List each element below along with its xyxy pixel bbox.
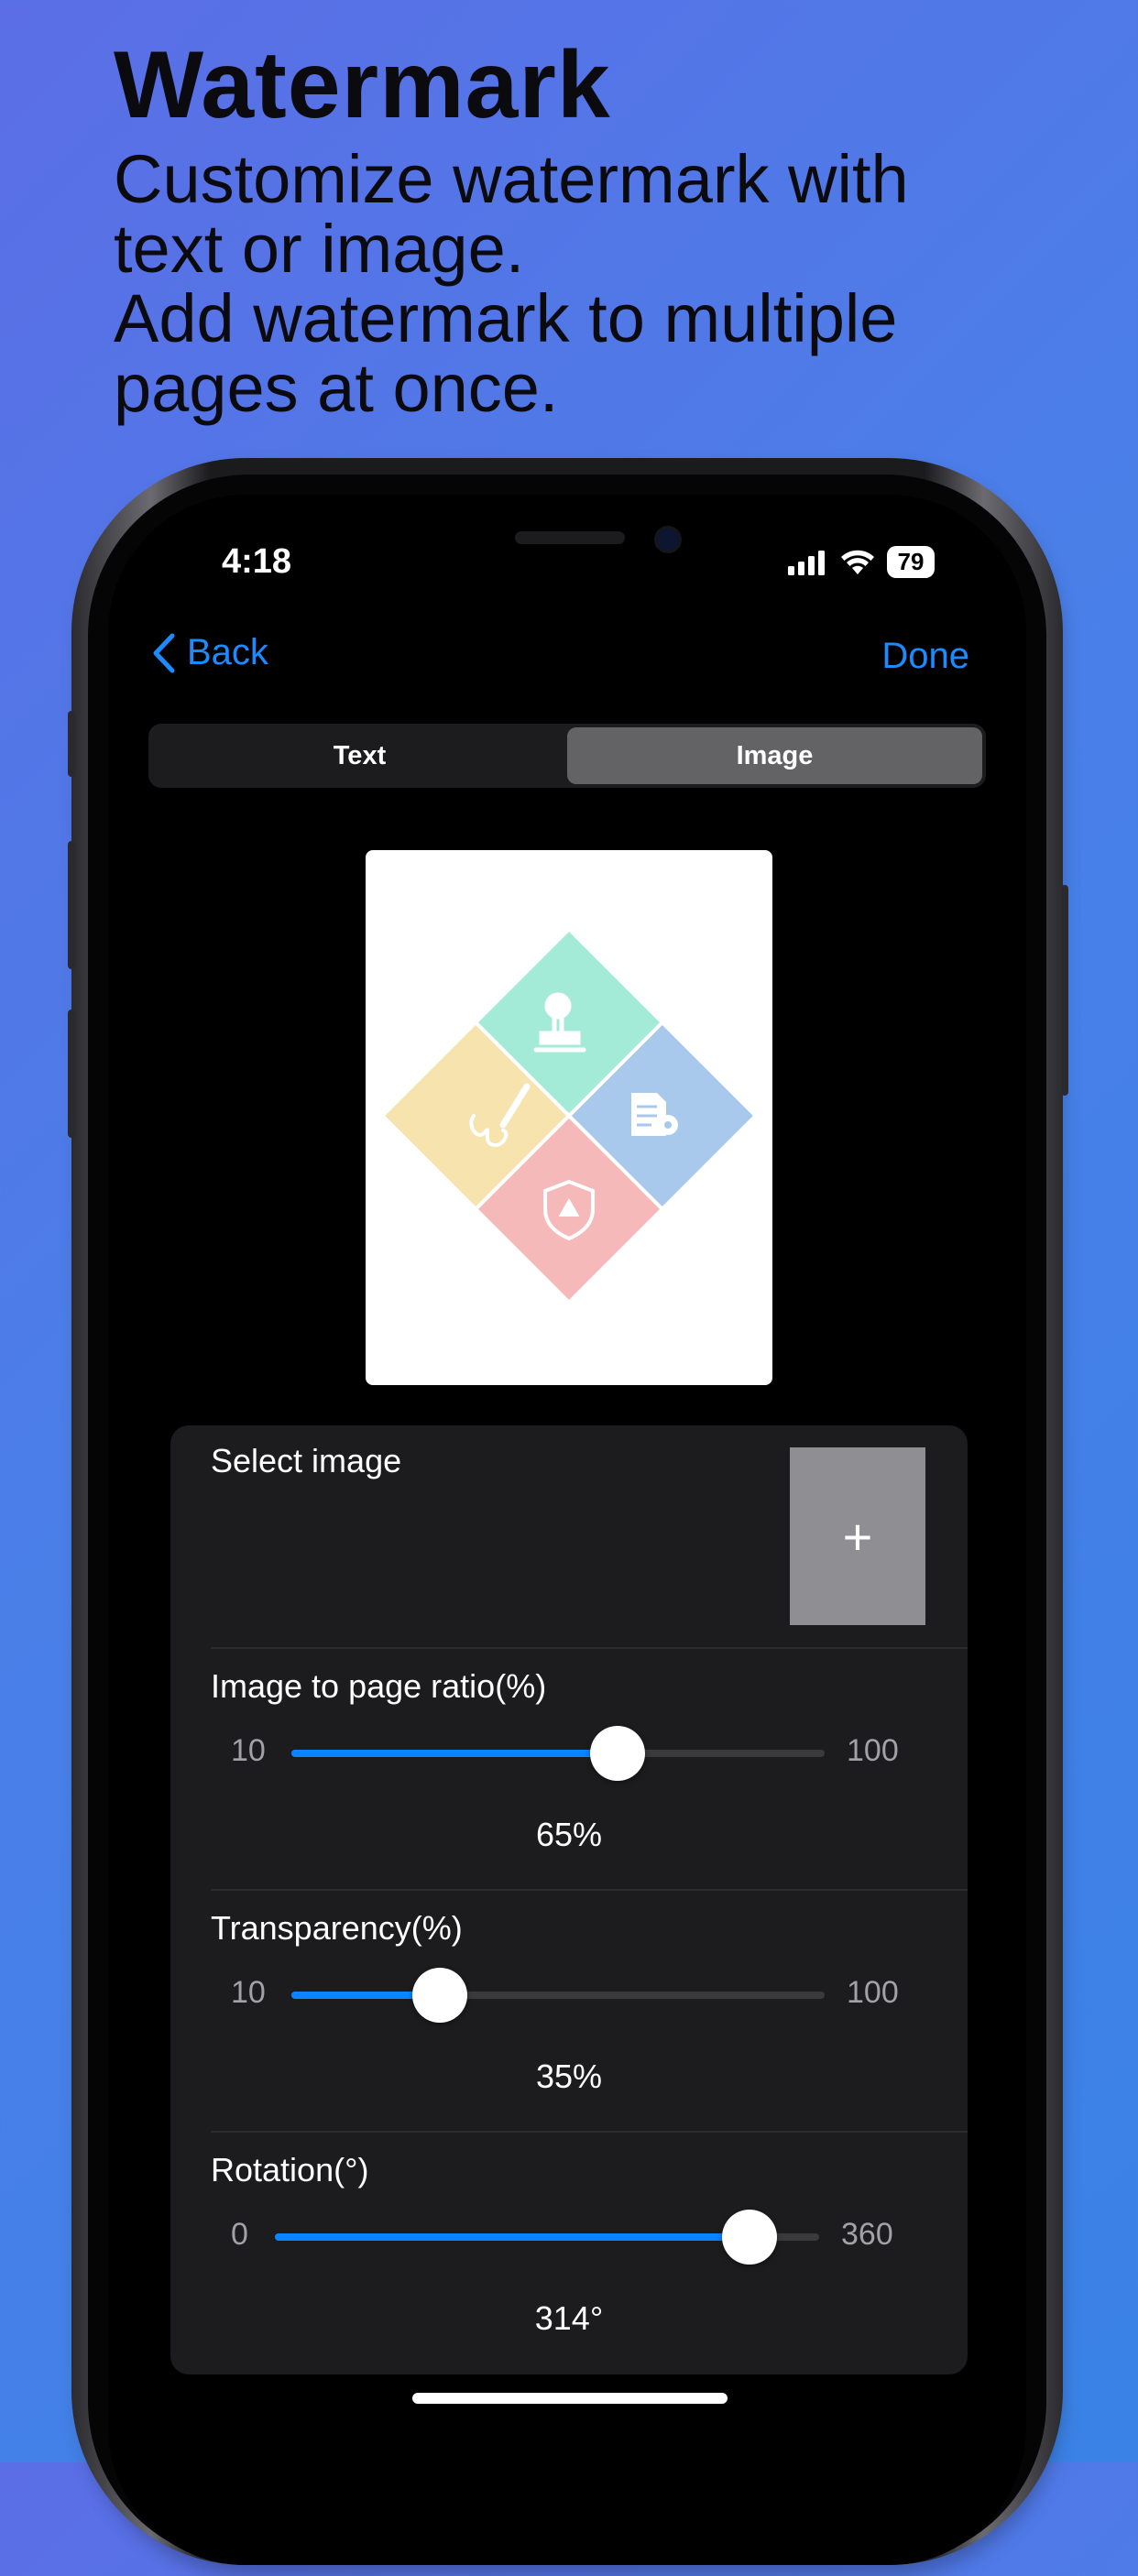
phone-screen: 4:18 79 Back Done Text Image Select imag… — [108, 495, 1026, 2565]
watermark-image — [385, 932, 753, 1300]
front-camera — [654, 526, 682, 553]
settings-panel: Select image + Image to page ratio(%) 10… — [170, 1425, 968, 2374]
mode-segmented-control: Text Image — [148, 724, 986, 788]
ratio-value: 65% — [535, 1816, 603, 1853]
volume-down-button — [68, 1010, 75, 1138]
battery-icon: 79 — [887, 546, 935, 578]
mute-switch — [68, 711, 75, 777]
transparency-min: 10 — [231, 1975, 266, 2010]
transparency-value: 35% — [535, 2058, 603, 2095]
status-icons: 79 — [788, 546, 935, 578]
side-button — [1061, 885, 1068, 1096]
back-label: Back — [187, 632, 268, 672]
rotation-slider[interactable] — [275, 2210, 819, 2265]
volume-up-button — [68, 841, 75, 969]
transparency-slider-thumb[interactable] — [411, 1968, 467, 2023]
subtitle-line: pages at once. — [114, 350, 559, 426]
transparency-max: 100 — [847, 1975, 899, 2010]
rotation-max: 360 — [841, 2217, 893, 2252]
home-indicator — [412, 2393, 728, 2404]
ratio-slider-fill — [291, 1750, 618, 1757]
subtitle-line: text or image. — [114, 211, 525, 287]
ratio-max: 100 — [847, 1733, 899, 1768]
divider — [211, 2131, 968, 2133]
ratio-label: Image to page ratio(%) — [211, 1667, 547, 1705]
watermark-preview — [366, 850, 772, 1385]
chevron-left-icon — [153, 633, 175, 672]
select-image-label: Select image — [211, 1442, 402, 1479]
subtitle-line: Add watermark to multiple — [114, 280, 898, 356]
ratio-slider-thumb[interactable] — [589, 1726, 645, 1781]
signal-icon — [788, 550, 825, 575]
headline-subtitle: Customize watermark with text or image. … — [114, 145, 1085, 423]
rotation-slider-thumb[interactable] — [722, 2210, 778, 2265]
subtitle-line: Customize watermark with — [114, 141, 909, 217]
transparency-label: Transparency(%) — [211, 1909, 463, 1947]
done-button[interactable]: Done — [881, 636, 969, 677]
wifi-icon — [841, 550, 874, 574]
status-time: 4:18 — [222, 542, 292, 581]
add-image-button[interactable]: + — [790, 1447, 925, 1625]
divider — [211, 1647, 968, 1649]
headline: Watermark Customize watermark with text … — [114, 35, 1085, 423]
plus-icon: + — [842, 1507, 873, 1566]
transparency-slider[interactable] — [291, 1968, 825, 2023]
back-button[interactable]: Back — [152, 632, 268, 673]
ratio-slider[interactable] — [291, 1726, 825, 1781]
segment-image[interactable]: Image — [567, 727, 982, 784]
rotation-label: Rotation(°) — [211, 2151, 369, 2189]
ratio-min: 10 — [231, 1733, 266, 1768]
divider — [211, 1889, 968, 1891]
headline-title: Watermark — [114, 32, 611, 138]
earpiece-speaker — [515, 531, 625, 544]
segment-text[interactable]: Text — [152, 727, 567, 784]
rotation-value: 314° — [534, 2299, 604, 2337]
rotation-slider-fill — [275, 2233, 750, 2241]
rotation-min: 0 — [231, 2217, 248, 2252]
